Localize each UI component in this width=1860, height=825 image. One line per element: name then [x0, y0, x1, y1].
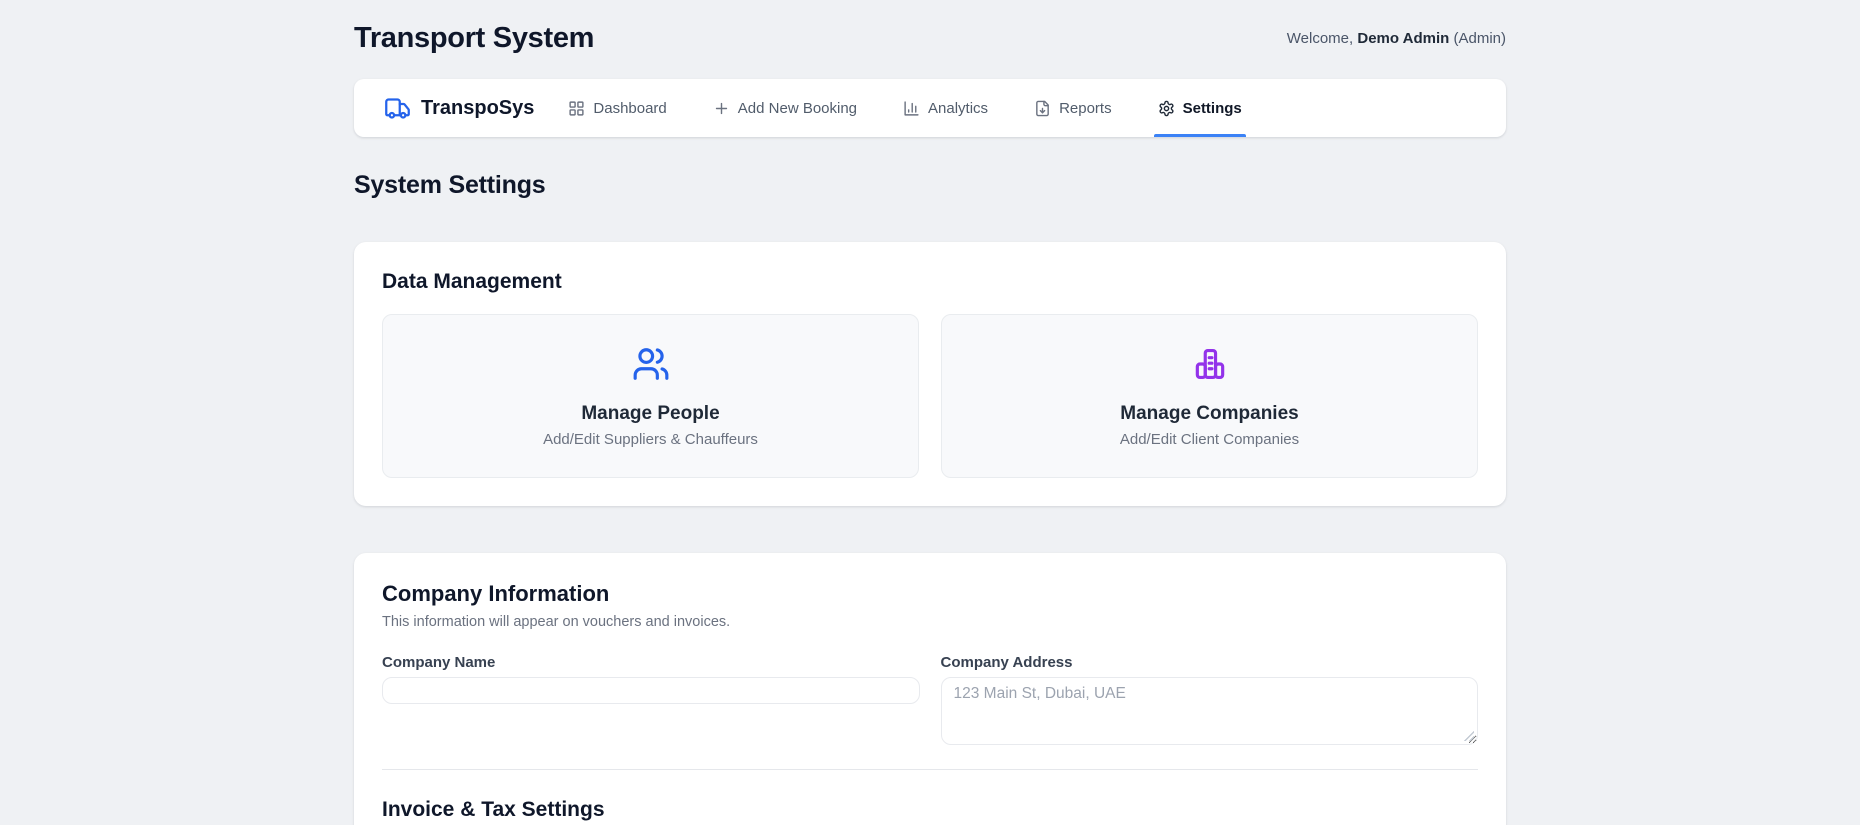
- brand-logo[interactable]: TranspoSys: [384, 79, 534, 137]
- company-address-label: Company Address: [940, 654, 1073, 671]
- company-information-card: Company Information This information wil…: [354, 553, 1506, 825]
- company-name-input[interactable]: [382, 677, 920, 704]
- page-container: Transport System Welcome, Demo Admin (Ad…: [354, 22, 1506, 825]
- tab-label: Dashboard: [593, 99, 667, 117]
- section-divider: [382, 769, 1478, 770]
- tab-label: Reports: [1059, 99, 1112, 117]
- company-name-field: Company Name: [382, 654, 920, 745]
- user-role: (Admin): [1449, 30, 1506, 47]
- bar-chart-icon: [904, 100, 919, 116]
- truck-icon: [385, 97, 410, 119]
- company-name-label: Company Name: [382, 654, 496, 671]
- welcome-prefix: Welcome,: [1286, 30, 1358, 47]
- company-information-description: This information will appear on vouchers…: [382, 614, 731, 630]
- data-management-title: Data Management: [382, 270, 562, 293]
- manage-people-tile[interactable]: Manage People Add/Edit Suppliers & Chauf…: [382, 314, 919, 478]
- dashboard-grid-icon: [569, 100, 584, 116]
- nav-tabs: Dashboard Add New Booking Analytics Repo…: [564, 79, 1246, 137]
- tab-add-new-booking[interactable]: Add New Booking: [709, 79, 861, 137]
- tile-title: Manage People: [581, 402, 720, 424]
- plus-icon: [715, 102, 727, 114]
- tab-label: Add New Booking: [737, 99, 858, 117]
- company-information-title: Company Information: [382, 581, 610, 606]
- welcome-text: Welcome, Demo Admin (Admin): [1287, 30, 1506, 47]
- main-navbar: TranspoSys Dashboard Add New Booking Ana…: [354, 79, 1506, 137]
- tile-subtitle: Add/Edit Suppliers & Chauffeurs: [543, 430, 758, 448]
- tab-label: Settings: [1182, 99, 1242, 117]
- building-icon: [1195, 348, 1224, 379]
- company-information-form: Company Name Company Address: [382, 654, 1478, 745]
- tile-subtitle: Add/Edit Client Companies: [1119, 430, 1300, 448]
- section-heading: System Settings: [354, 171, 546, 199]
- tab-dashboard[interactable]: Dashboard: [564, 79, 670, 137]
- page-header: Transport System Welcome, Demo Admin (Ad…: [354, 22, 1506, 55]
- company-address-field: Company Address: [940, 654, 1478, 745]
- invoice-tax-settings-title: Invoice & Tax Settings: [382, 798, 605, 821]
- brand-name: TranspoSys: [421, 96, 535, 119]
- users-icon: [633, 347, 668, 380]
- page-title: Transport System: [354, 22, 595, 54]
- data-management-card: Data Management Manage People Add/Edit S…: [354, 242, 1506, 506]
- tab-analytics[interactable]: Analytics: [899, 79, 992, 137]
- tile-title: Manage Companies: [1120, 402, 1299, 424]
- company-address-textarea[interactable]: [940, 677, 1478, 745]
- manage-companies-tile[interactable]: Manage Companies Add/Edit Client Compani…: [941, 314, 1478, 478]
- tab-reports[interactable]: Reports: [1030, 79, 1116, 137]
- data-management-tiles: Manage People Add/Edit Suppliers & Chauf…: [382, 314, 1478, 478]
- file-download-icon: [1036, 100, 1049, 116]
- gear-icon: [1159, 100, 1174, 116]
- tab-label: Analytics: [928, 99, 989, 117]
- user-name: Demo Admin: [1357, 30, 1450, 47]
- tab-settings[interactable]: Settings: [1153, 79, 1246, 137]
